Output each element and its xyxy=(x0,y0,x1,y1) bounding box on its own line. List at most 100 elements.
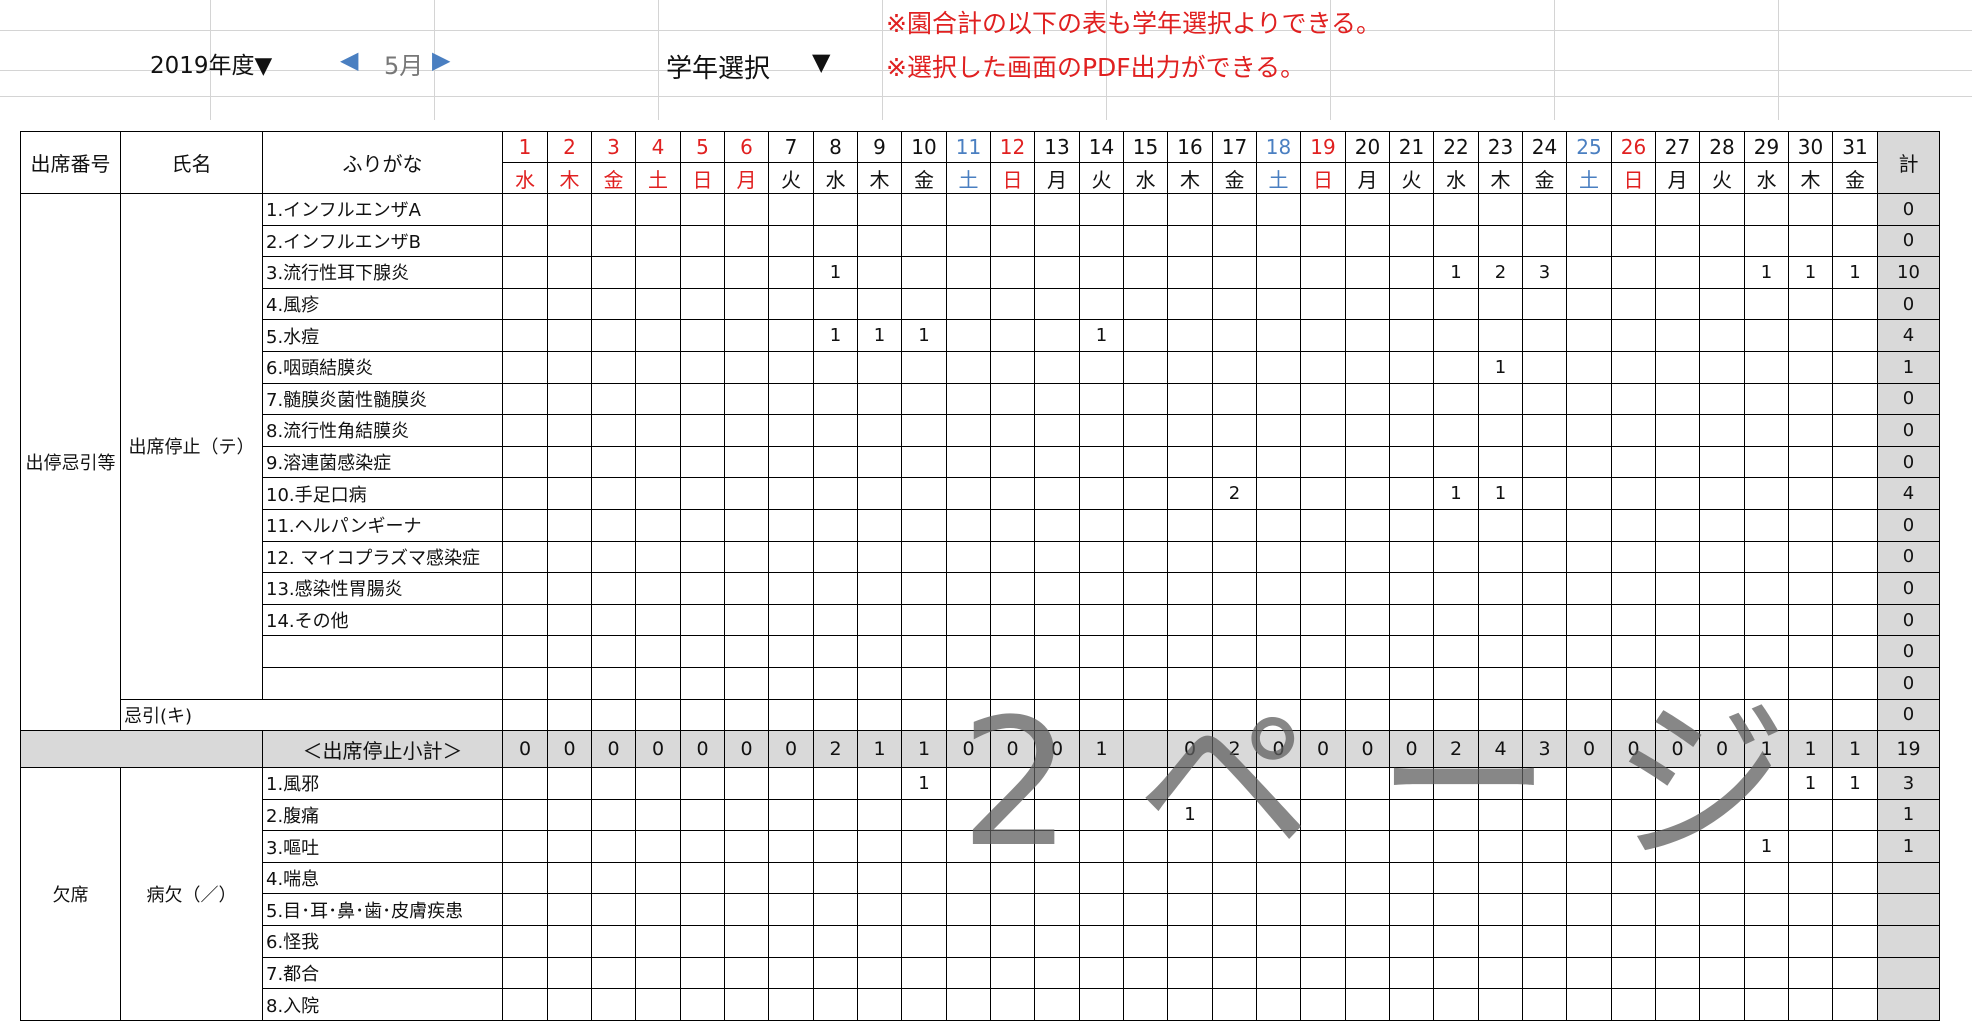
day-cell[interactable] xyxy=(1699,767,1745,800)
day-cell[interactable] xyxy=(946,666,991,700)
day-cell[interactable] xyxy=(502,956,548,990)
day-cell[interactable] xyxy=(1256,414,1301,447)
day-cell[interactable] xyxy=(768,893,814,927)
day-cell[interactable] xyxy=(680,287,725,321)
day-cell[interactable] xyxy=(1433,830,1479,863)
day-cell[interactable] xyxy=(1478,319,1523,352)
day-cell[interactable] xyxy=(1522,698,1567,732)
day-cell[interactable] xyxy=(1345,893,1390,927)
day-cell[interactable] xyxy=(1167,767,1213,800)
day-cell[interactable] xyxy=(768,767,814,800)
day-cell[interactable] xyxy=(990,666,1035,700)
day-cell[interactable] xyxy=(591,635,636,668)
day-cell[interactable] xyxy=(724,925,769,958)
day-cell[interactable] xyxy=(990,193,1035,226)
day-cell[interactable] xyxy=(1744,445,1789,479)
day-cell[interactable] xyxy=(724,350,769,384)
day-cell[interactable] xyxy=(1744,477,1789,510)
day-cell[interactable] xyxy=(1522,193,1567,226)
day-cell[interactable] xyxy=(1300,445,1346,479)
day-cell[interactable] xyxy=(1212,603,1257,637)
day-cell[interactable] xyxy=(813,925,858,958)
day-cell[interactable] xyxy=(1832,319,1878,352)
day-cell[interactable] xyxy=(1566,414,1612,447)
day-cell[interactable] xyxy=(591,666,636,700)
day-cell[interactable] xyxy=(680,830,725,863)
day-cell[interactable]: 1 xyxy=(1433,477,1479,510)
day-cell[interactable] xyxy=(1079,925,1124,958)
day-cell[interactable] xyxy=(1699,635,1745,668)
day-cell[interactable] xyxy=(768,540,814,574)
day-cell[interactable] xyxy=(1123,319,1168,352)
day-cell[interactable] xyxy=(1079,540,1124,574)
day-cell[interactable] xyxy=(502,477,548,510)
day-cell[interactable] xyxy=(1611,414,1656,447)
day-cell[interactable] xyxy=(680,798,725,832)
day-cell[interactable] xyxy=(1699,350,1745,384)
day-cell[interactable] xyxy=(547,319,592,352)
day-cell[interactable] xyxy=(1611,256,1656,289)
day-cell[interactable] xyxy=(1655,988,1700,1021)
day-cell[interactable] xyxy=(724,698,769,732)
day-cell[interactable] xyxy=(1522,508,1567,542)
day-cell[interactable] xyxy=(547,988,592,1021)
day-cell[interactable] xyxy=(1611,350,1656,384)
day-cell[interactable] xyxy=(1788,540,1833,574)
day-cell[interactable] xyxy=(946,193,991,226)
day-cell[interactable]: 1 xyxy=(1744,256,1789,289)
day-cell[interactable] xyxy=(1345,830,1390,863)
day-cell[interactable] xyxy=(857,508,902,542)
day-cell[interactable] xyxy=(635,477,681,510)
day-cell[interactable] xyxy=(1611,319,1656,352)
day-cell[interactable] xyxy=(591,193,636,226)
day-cell[interactable] xyxy=(1123,666,1168,700)
day-cell[interactable] xyxy=(1212,350,1257,384)
day-cell[interactable] xyxy=(990,830,1035,863)
day-cell[interactable] xyxy=(1699,193,1745,226)
day-cell[interactable] xyxy=(857,956,902,990)
day-cell[interactable] xyxy=(857,798,902,832)
day-cell[interactable] xyxy=(1699,477,1745,510)
day-cell[interactable] xyxy=(1389,224,1434,258)
day-cell[interactable] xyxy=(813,508,858,542)
day-cell[interactable] xyxy=(1433,798,1479,832)
day-cell[interactable] xyxy=(1566,698,1612,732)
day-cell[interactable] xyxy=(1079,988,1124,1021)
day-cell[interactable] xyxy=(1123,767,1168,800)
day-cell[interactable] xyxy=(724,540,769,574)
day-cell[interactable] xyxy=(1123,287,1168,321)
day-cell[interactable] xyxy=(1433,508,1479,542)
day-cell[interactable] xyxy=(1433,319,1479,352)
day-cell[interactable] xyxy=(1832,572,1878,605)
day-cell[interactable] xyxy=(1433,572,1479,605)
day-cell[interactable] xyxy=(1167,382,1213,416)
day-cell[interactable] xyxy=(1212,893,1257,927)
day-cell[interactable] xyxy=(1079,224,1124,258)
day-cell[interactable] xyxy=(1300,798,1346,832)
day-cell[interactable] xyxy=(901,798,947,832)
day-cell[interactable] xyxy=(1079,666,1124,700)
day-cell[interactable] xyxy=(1433,767,1479,800)
day-cell[interactable]: 1 xyxy=(1167,798,1213,832)
day-cell[interactable] xyxy=(1478,988,1523,1021)
day-cell[interactable] xyxy=(990,382,1035,416)
day-cell[interactable] xyxy=(1034,193,1080,226)
day-cell[interactable] xyxy=(591,508,636,542)
day-cell[interactable] xyxy=(1079,861,1124,895)
day-cell[interactable] xyxy=(768,224,814,258)
day-cell[interactable] xyxy=(813,635,858,668)
day-cell[interactable] xyxy=(635,956,681,990)
day-cell[interactable] xyxy=(502,508,548,542)
day-cell[interactable] xyxy=(502,698,548,732)
day-cell[interactable] xyxy=(1256,350,1301,384)
day-cell[interactable] xyxy=(1300,193,1346,226)
day-cell[interactable] xyxy=(857,635,902,668)
day-cell[interactable]: 1 xyxy=(1788,767,1833,800)
day-cell[interactable] xyxy=(1300,635,1346,668)
day-cell[interactable] xyxy=(1079,698,1124,732)
day-cell[interactable] xyxy=(1655,603,1700,637)
day-cell[interactable] xyxy=(1345,350,1390,384)
day-cell[interactable] xyxy=(1167,861,1213,895)
day-cell[interactable] xyxy=(1433,540,1479,574)
day-cell[interactable] xyxy=(813,193,858,226)
